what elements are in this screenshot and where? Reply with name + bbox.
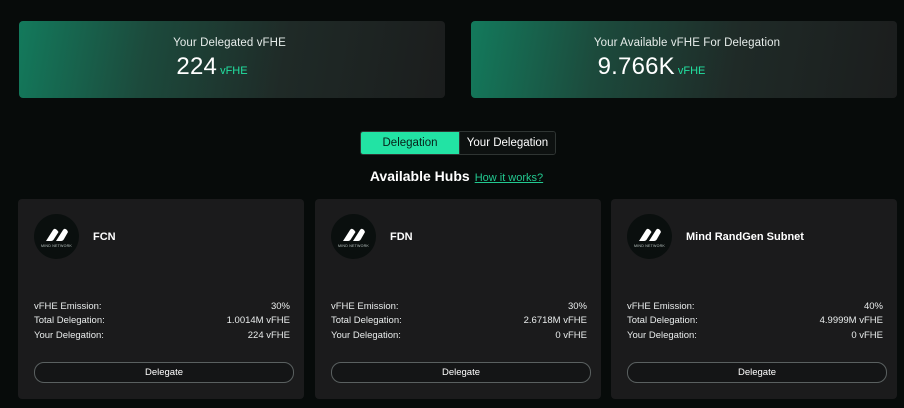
emission-value: 30% [567,300,587,312]
hub-logo-text: MIND NETWORK [338,243,369,248]
hub-card-fcn: MIND NETWORK FCN vFHE Emission: 30% Tota… [18,199,304,399]
delegated-vfhe-unit: vFHE [220,65,248,77]
delegated-vfhe-card: Your Delegated vFHE 224 vFHE [19,21,445,98]
your-delegation-value: 224 vFHE [247,329,290,341]
your-delegation-label: Your Delegation: [627,329,697,341]
your-delegation-label: Your Delegation: [34,329,104,341]
total-delegation-value: 2.6718M vFHE [523,315,587,327]
total-delegation-value: 4.9999M vFHE [819,315,883,327]
delegate-button[interactable]: Delegate [627,362,887,383]
hub-stats: vFHE Emission: 30% Total Delegation: 1.0… [34,299,290,343]
available-vfhe-label: Your Available vFHE For Delegation [593,37,781,49]
how-it-works-link[interactable]: How it works? [475,172,543,184]
total-delegation-row: Total Delegation: 2.6718M vFHE [331,314,587,329]
your-delegation-row: Your Delegation: 0 vFHE [331,328,587,343]
hub-stats: vFHE Emission: 40% Total Delegation: 4.9… [627,299,883,343]
hub-card-fdn: MIND NETWORK FDN vFHE Emission: 30% Tota… [315,199,601,399]
emission-label: vFHE Emission: [627,300,695,312]
hub-stats: vFHE Emission: 30% Total Delegation: 2.6… [331,299,587,343]
hub-name: Mind RandGen Subnet [686,231,804,243]
available-vfhe-card: Your Available vFHE For Delegation 9.766… [471,21,897,98]
hub-logo: MIND NETWORK [627,214,672,259]
tab-delegation[interactable]: Delegation [361,132,459,154]
delegated-vfhe-value: 224 [176,53,218,80]
your-delegation-row: Your Delegation: 0 vFHE [627,328,883,343]
total-delegation-value: 1.0014M vFHE [226,315,290,327]
tab-your-delegation[interactable]: Your Delegation [459,132,555,154]
emission-row: vFHE Emission: 30% [34,299,290,314]
your-delegation-value: 0 vFHE [851,329,883,341]
available-vfhe-value-row: 9.766K vFHE [598,53,706,81]
emission-label: vFHE Emission: [34,300,102,312]
available-vfhe-value: 9.766K [597,53,675,80]
mind-network-logo-icon [342,228,365,241]
available-vfhe-unit: vFHE [677,65,706,77]
hub-logo-text: MIND NETWORK [634,243,665,248]
hub-logo: MIND NETWORK [331,214,376,259]
hub-name: FCN [93,231,116,243]
emission-value: 30% [270,300,290,312]
hub-logo-text: MIND NETWORK [41,243,72,248]
total-delegation-row: Total Delegation: 4.9999M vFHE [627,314,883,329]
total-delegation-row: Total Delegation: 1.0014M vFHE [34,314,290,329]
mind-network-logo-icon [638,228,661,241]
emission-label: vFHE Emission: [331,300,399,312]
your-delegation-label: Your Delegation: [331,329,401,341]
emission-row: vFHE Emission: 40% [627,299,883,314]
total-delegation-label: Total Delegation: [34,315,105,327]
emission-value: 40% [863,300,883,312]
hub-card-mind-randgen-subnet: MIND NETWORK Mind RandGen Subnet vFHE Em… [611,199,897,399]
total-delegation-label: Total Delegation: [627,315,698,327]
your-delegation-value: 0 vFHE [555,329,587,341]
delegated-vfhe-label: Your Delegated vFHE [173,37,286,49]
your-delegation-row: Your Delegation: 224 vFHE [34,328,290,343]
mind-network-logo-icon [45,228,68,241]
delegated-vfhe-value-row: 224 vFHE [176,53,247,81]
delegation-tabs: Delegation Your Delegation [360,131,556,155]
emission-row: vFHE Emission: 30% [331,299,587,314]
available-hubs-heading: Available Hubs How it works? [0,168,904,184]
delegate-button[interactable]: Delegate [331,362,591,383]
available-hubs-title: Available Hubs [369,168,470,184]
total-delegation-label: Total Delegation: [331,315,402,327]
hub-logo: MIND NETWORK [34,214,79,259]
hub-name: FDN [390,231,413,243]
delegate-button[interactable]: Delegate [34,362,294,383]
